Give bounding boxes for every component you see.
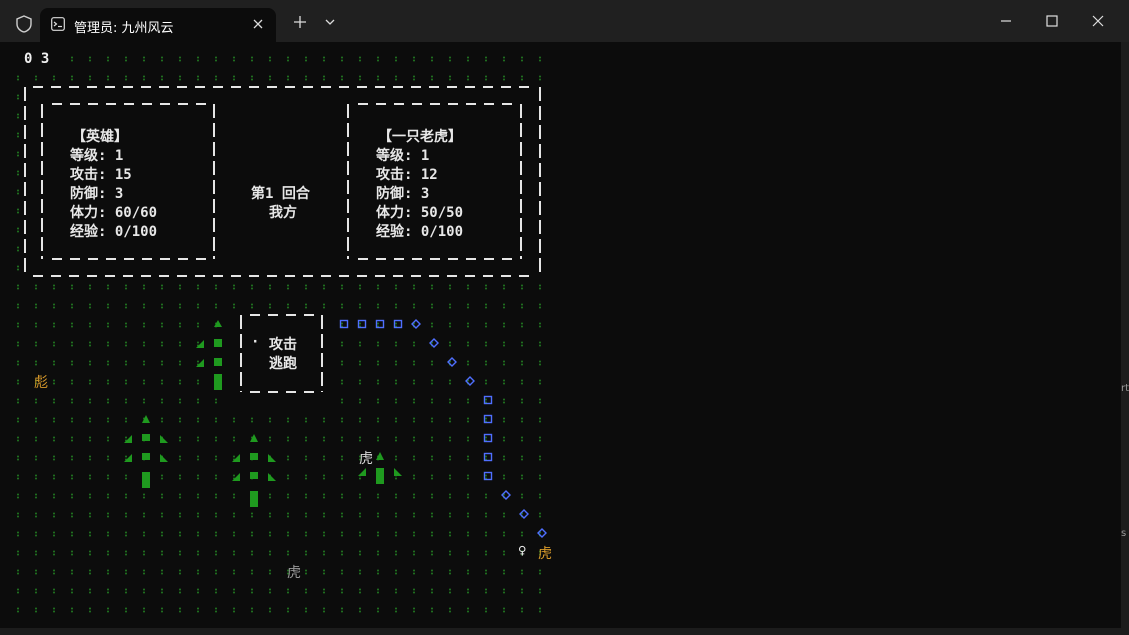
terminal-pane[interactable]: 0 3 【英雄】 等级: 1 攻击: 15 防御: 3 体力: 60/60 经验…: [0, 42, 1121, 628]
maximize-icon[interactable]: [1043, 12, 1061, 30]
terminal-icon: [51, 17, 65, 31]
tree-icon: [232, 473, 240, 481]
path-marker: [483, 452, 493, 462]
path-marker: [483, 414, 493, 424]
tree-icon: [214, 320, 222, 327]
path-marker: [393, 319, 403, 329]
tree-icon: [232, 454, 240, 462]
path-marker: [339, 319, 349, 329]
tree-icon: [142, 453, 150, 460]
tree-icon: [142, 472, 150, 488]
plus-icon[interactable]: [292, 14, 308, 30]
tree-icon: [214, 339, 222, 347]
tree-icon: [394, 468, 402, 476]
title-bar: 管理员: 九州风云: [0, 0, 1129, 42]
tree-icon: [196, 359, 204, 367]
path-marker: [483, 433, 493, 443]
tree-icon: [142, 434, 150, 441]
chevron-down-icon[interactable]: [322, 14, 338, 30]
path-marker: [519, 509, 529, 519]
close-icon[interactable]: [1089, 12, 1107, 30]
path-marker: [537, 528, 547, 538]
tab-title: 管理员: 九州风云: [74, 21, 174, 36]
tree-icon: [376, 452, 384, 460]
path-marker: [483, 395, 493, 405]
path-marker: [447, 357, 457, 367]
tree-icon: [376, 468, 384, 484]
path-marker: [375, 319, 385, 329]
tree-icon: [250, 491, 258, 507]
tab-active[interactable]: 管理员: 九州风云: [40, 8, 276, 42]
tree-icon: [268, 473, 276, 481]
tree-icon: [250, 472, 258, 479]
tree-icon: [214, 374, 222, 390]
tree-icon: [250, 453, 258, 460]
tree-icon: [268, 454, 276, 462]
window-edge: [1121, 42, 1129, 635]
path-marker: [357, 319, 367, 329]
tree-icon: [196, 340, 204, 348]
path-marker: [501, 490, 511, 500]
path-marker: [483, 471, 493, 481]
tree-icon: [142, 415, 150, 423]
tree-icon: [160, 454, 168, 462]
tree-icon: [358, 468, 366, 476]
shield-icon: [16, 15, 32, 33]
map-overlay: [124, 319, 547, 538]
tree-icon: [124, 454, 132, 462]
tree-icon: [250, 434, 258, 442]
edge-fragment: rt: [1121, 383, 1129, 394]
tree-icon: [214, 358, 222, 366]
path-marker: [429, 338, 439, 348]
path-marker: [465, 376, 475, 386]
close-icon[interactable]: [250, 16, 266, 32]
tree-icon: [160, 435, 168, 443]
edge-fragment: s: [1121, 528, 1127, 539]
tree-icon: [124, 435, 132, 443]
minimize-icon[interactable]: [997, 12, 1015, 30]
path-marker: [411, 319, 421, 329]
